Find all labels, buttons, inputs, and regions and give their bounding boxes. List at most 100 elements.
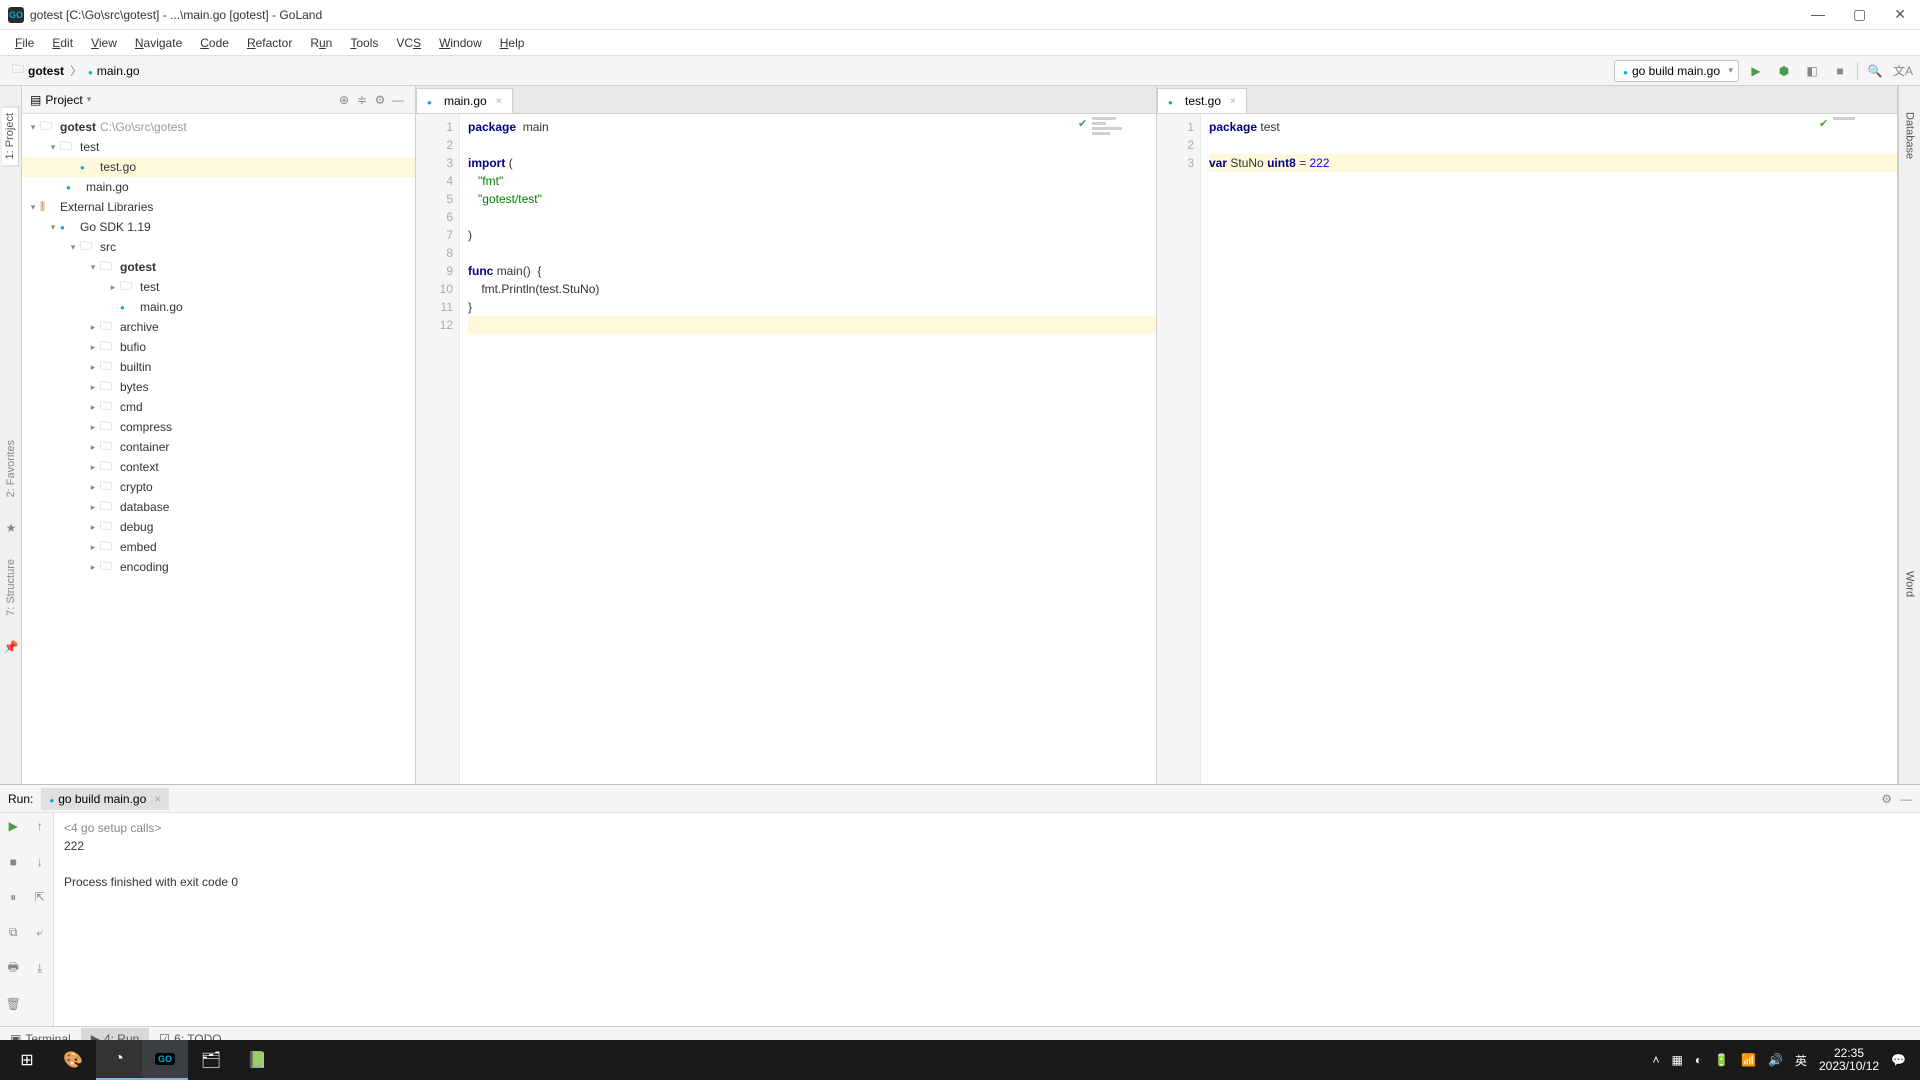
coverage-button[interactable]: ◧ <box>1801 60 1823 82</box>
scroll-button[interactable]: ⤓ <box>27 955 54 981</box>
collapse-icon[interactable]: ≑ <box>353 93 371 107</box>
tree-stdlib-10[interactable]: ▸debug <box>22 517 415 537</box>
crumb-project[interactable]: gotest <box>28 64 64 78</box>
tree-stdlib-12[interactable]: ▸encoding <box>22 557 415 577</box>
close-icon[interactable]: × <box>496 96 502 107</box>
close-button[interactable]: ✕ <box>1894 6 1906 23</box>
tree-go-sdk[interactable]: ▾Go SDK 1.19 <box>22 217 415 237</box>
filter-button[interactable]: ⧉ <box>0 920 27 946</box>
tree-src[interactable]: ▾src <box>22 237 415 257</box>
minimap-right[interactable]: ✔ <box>1833 117 1879 167</box>
star-icon[interactable]: ★ <box>6 521 17 535</box>
tool-tab-database[interactable]: Database <box>1902 106 1918 165</box>
taskbar-clock[interactable]: 22:352023/10/12 <box>1819 1047 1879 1073</box>
tool-tab-structure[interactable]: 7: Structure <box>5 559 17 616</box>
taskbar-explorer[interactable]: 🗂 <box>188 1040 234 1080</box>
wrap-button[interactable]: ⤶ <box>27 920 54 946</box>
print-button[interactable]: 🖶 <box>0 955 27 981</box>
editor-body-right[interactable]: 123 package test var StuNo uint8 = 222 ✔ <box>1157 114 1897 784</box>
taskbar-app-1[interactable]: 🎨 <box>50 1040 96 1080</box>
tree-stdlib-1[interactable]: ▸bufio <box>22 337 415 357</box>
run-console[interactable]: <4 go setup calls> 222 Process finished … <box>54 813 1920 1026</box>
volume-icon[interactable]: 🔊 <box>1768 1053 1783 1067</box>
tray-icon[interactable]: ◐ <box>1695 1053 1702 1067</box>
export-button[interactable]: ⇱ <box>27 884 54 910</box>
menu-tools[interactable]: Tools <box>343 33 385 53</box>
tab-main-go[interactable]: main.go× <box>416 88 513 113</box>
code-left[interactable]: package main import ( "fmt" "gotest/test… <box>460 114 1156 784</box>
menu-code[interactable]: Code <box>193 33 236 53</box>
hide-run-icon[interactable]: — <box>1900 792 1912 806</box>
tree-main-go2[interactable]: main.go <box>22 297 415 317</box>
chevron-up-icon[interactable]: ˄ <box>1653 1053 1660 1067</box>
system-tray[interactable]: ˄ ▦ ◐ 🔋 📶 🔊 英 22:352023/10/12 💬 <box>1653 1047 1917 1073</box>
taskbar-app-5[interactable]: 📗 <box>234 1040 280 1080</box>
tree-gotest2[interactable]: ▾gotest <box>22 257 415 277</box>
debug-button[interactable]: ⬢ <box>1773 60 1795 82</box>
code-right[interactable]: package test var StuNo uint8 = 222 <box>1201 114 1897 784</box>
tree-stdlib-7[interactable]: ▸context <box>22 457 415 477</box>
wifi-icon[interactable]: 📶 <box>1741 1053 1756 1067</box>
tree-stdlib-4[interactable]: ▸cmd <box>22 397 415 417</box>
up-button[interactable]: ↑ <box>27 813 54 839</box>
menu-refactor[interactable]: Refactor <box>240 33 299 53</box>
rerun-button[interactable]: ▶ <box>0 813 27 839</box>
tree-stdlib-3[interactable]: ▸bytes <box>22 377 415 397</box>
locate-icon[interactable]: ⊕ <box>335 93 353 107</box>
menu-window[interactable]: Window <box>432 33 489 53</box>
menu-run[interactable]: Run <box>303 33 339 53</box>
taskbar-goland[interactable]: GO <box>142 1040 188 1080</box>
tree-stdlib-2[interactable]: ▸builtin <box>22 357 415 377</box>
breadcrumb[interactable]: gotest 〉 main.go <box>6 58 146 83</box>
editor-body-left[interactable]: 123456789101112 package main import ( "f… <box>416 114 1156 784</box>
run-button[interactable]: ▶ <box>1745 60 1767 82</box>
crumb-file[interactable]: main.go <box>97 64 140 78</box>
menu-vcs[interactable]: VCS <box>389 33 428 53</box>
tool-tab-word[interactable]: Word <box>1902 565 1918 603</box>
tree-root[interactable]: ▾gotestC:\Go\src\gotest <box>22 117 415 137</box>
tab-test-go[interactable]: test.go× <box>1157 88 1247 113</box>
run-tab[interactable]: go build main.go× <box>41 788 169 810</box>
hide-icon[interactable]: — <box>389 93 407 107</box>
down-button[interactable]: ↓ <box>27 849 54 875</box>
tree-test2[interactable]: ▸test <box>22 277 415 297</box>
start-button[interactable]: ⊞ <box>4 1040 50 1080</box>
project-tree[interactable]: ▾gotestC:\Go\src\gotest ▾test test.go ma… <box>22 114 415 784</box>
tree-external-libs[interactable]: ▾External Libraries <box>22 197 415 217</box>
tree-stdlib-11[interactable]: ▸embed <box>22 537 415 557</box>
maximize-button[interactable]: ▢ <box>1853 6 1866 23</box>
pause-button[interactable]: ⏸ <box>0 884 27 910</box>
close-icon[interactable]: × <box>1230 96 1236 107</box>
tree-stdlib-0[interactable]: ▸archive <box>22 317 415 337</box>
tray-icon[interactable]: ▦ <box>1672 1053 1683 1067</box>
menu-edit[interactable]: Edit <box>45 33 80 53</box>
minimap-left[interactable]: ✔ <box>1092 117 1138 167</box>
menu-file[interactable]: File <box>8 33 41 53</box>
run-config-selector[interactable]: go build main.go <box>1614 60 1739 82</box>
ime-indicator[interactable]: 英 <box>1795 1052 1807 1069</box>
tool-tab-favorites[interactable]: 2: Favorites <box>5 440 17 497</box>
notifications-icon[interactable]: 💬 <box>1891 1053 1906 1067</box>
tree-stdlib-8[interactable]: ▸crypto <box>22 477 415 497</box>
tree-stdlib-6[interactable]: ▸container <box>22 437 415 457</box>
trash-button[interactable]: 🗑 <box>0 991 27 1017</box>
pin-icon[interactable]: 📌 <box>4 640 19 654</box>
menu-view[interactable]: View <box>84 33 124 53</box>
battery-icon[interactable]: 🔋 <box>1714 1053 1729 1067</box>
menu-help[interactable]: Help <box>493 33 532 53</box>
tree-folder-test[interactable]: ▾test <box>22 137 415 157</box>
settings-icon[interactable]: ⚙ <box>371 93 389 107</box>
minimize-button[interactable]: — <box>1811 6 1825 23</box>
tree-stdlib-9[interactable]: ▸database <box>22 497 415 517</box>
taskbar-app-2[interactable]: ◔ <box>96 1040 142 1080</box>
stop-run-button[interactable]: ■ <box>0 849 27 875</box>
locale-button[interactable]: 文A <box>1892 60 1914 82</box>
tree-file-main-go[interactable]: main.go <box>22 177 415 197</box>
menu-navigate[interactable]: Navigate <box>128 33 189 53</box>
gear-icon[interactable]: ⚙ <box>1881 792 1892 806</box>
search-button[interactable]: 🔍 <box>1864 60 1886 82</box>
tree-file-test-go[interactable]: test.go <box>22 157 415 177</box>
tool-tab-project[interactable]: 1: Project <box>2 106 19 166</box>
tree-stdlib-5[interactable]: ▸compress <box>22 417 415 437</box>
stop-button[interactable]: ■ <box>1829 60 1851 82</box>
